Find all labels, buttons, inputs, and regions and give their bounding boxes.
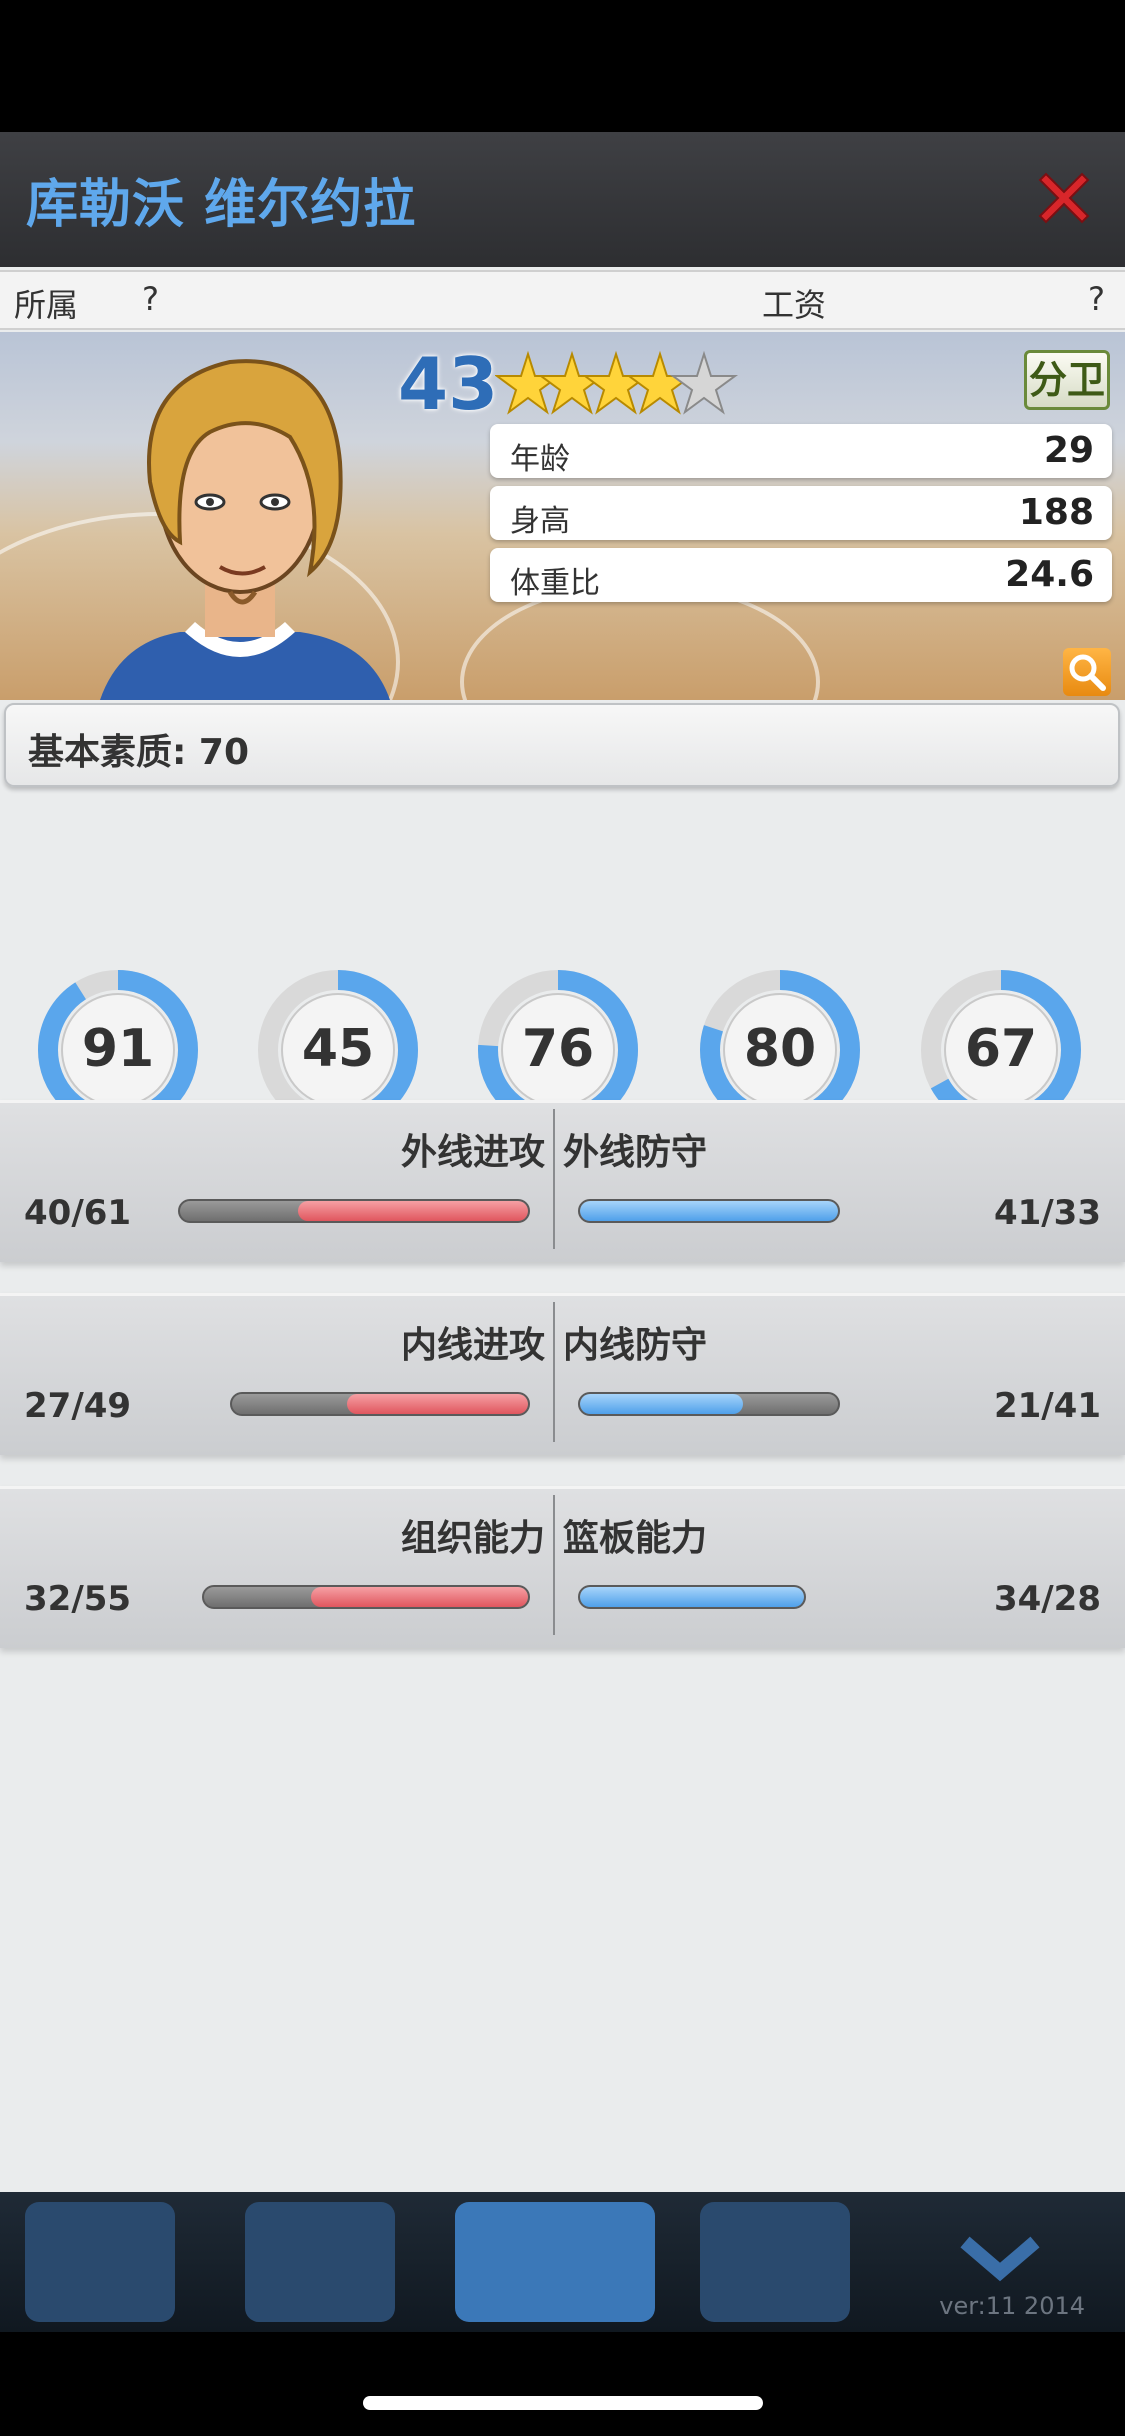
right-stat-value: 21/41 — [993, 1386, 1101, 1426]
right-stat-bar — [578, 1585, 806, 1609]
status-bar — [0, 0, 1125, 132]
ring-value: 67 — [964, 1019, 1038, 1079]
salary-value: ? — [1088, 280, 1105, 318]
bottom-nav: ver:11 2014 — [0, 2192, 1125, 2332]
right-stat-value: 41/33 — [993, 1193, 1101, 1233]
star-icon — [493, 350, 739, 415]
base-quality-label: 基本素质: 70 — [28, 732, 250, 773]
player-detail-modal: 库勒沃 维尔约拉 所属 ? 工资 ? 43 分卫 年龄 29 身高 188 体重… — [0, 132, 1125, 2192]
stat-panel: 外线进攻 外线防守 40/61 41/33 — [0, 1100, 1125, 1262]
search-button[interactable] — [1063, 648, 1111, 696]
nav-item-4[interactable] — [700, 2202, 850, 2322]
ring-value: 80 — [743, 1019, 817, 1079]
left-stat-bar — [202, 1585, 530, 1609]
ring-value: 76 — [521, 1019, 595, 1079]
stat-panel: 组织能力 篮板能力 32/55 34/28 — [0, 1486, 1125, 1648]
left-stat-value: 40/61 — [24, 1193, 132, 1233]
right-stat-bar — [578, 1392, 840, 1416]
version-label: ver:11 2014 — [939, 2292, 1085, 2320]
right-stat-title: 篮板能力 — [563, 1518, 708, 1559]
close-icon — [1038, 172, 1090, 224]
left-stat-title: 组织能力 — [400, 1518, 545, 1559]
left-stat-bar — [230, 1392, 530, 1416]
stat-panel: 内线进攻 内线防守 27/49 21/41 — [0, 1293, 1125, 1455]
salary-label: 工资 — [762, 286, 827, 324]
star-rating — [493, 342, 745, 426]
right-stat-value: 34/28 — [993, 1579, 1101, 1619]
nav-item-1[interactable] — [25, 2202, 175, 2322]
left-stat-value: 27/49 — [24, 1386, 132, 1426]
player-name: 库勒沃 维尔约拉 — [26, 175, 417, 235]
team-value: ? — [142, 280, 159, 318]
right-stat-title: 内线防守 — [563, 1325, 708, 1366]
home-area — [0, 2332, 1125, 2436]
ring-value: 45 — [301, 1019, 375, 1079]
search-icon — [1069, 654, 1106, 691]
left-stat-bar — [178, 1199, 530, 1223]
ring-value: 91 — [81, 1019, 155, 1079]
left-stat-value: 32/55 — [24, 1579, 132, 1619]
attribute-row-weight-ratio: 体重比 24.6 — [490, 548, 1112, 602]
attribute-row-height: 身高 188 — [490, 486, 1112, 540]
left-stat-title: 外线进攻 — [400, 1132, 545, 1173]
player-avatar — [100, 359, 390, 700]
overall-rating: 43 — [398, 342, 499, 426]
left-stat-title: 内线进攻 — [400, 1325, 545, 1366]
team-label: 所属 — [14, 286, 79, 324]
title-bar: 库勒沃 维尔约拉 — [0, 132, 1125, 267]
base-quality-bar: 基本素质: 70 — [4, 703, 1120, 787]
attribute-row-age: 年龄 29 — [490, 424, 1112, 478]
right-stat-title: 外线防守 — [563, 1132, 708, 1173]
position-badge: 分卫 — [1024, 350, 1110, 410]
close-button[interactable] — [1030, 164, 1098, 232]
nav-item-3[interactable] — [455, 2202, 655, 2322]
right-stat-bar — [578, 1199, 840, 1223]
player-hero: 43 分卫 年龄 29 身高 188 体重比 24.6 — [0, 332, 1125, 700]
nav-item-2[interactable] — [245, 2202, 395, 2322]
info-strip: 所属 ? 工资 ? — [0, 270, 1125, 330]
home-indicator[interactable] — [363, 2396, 763, 2410]
